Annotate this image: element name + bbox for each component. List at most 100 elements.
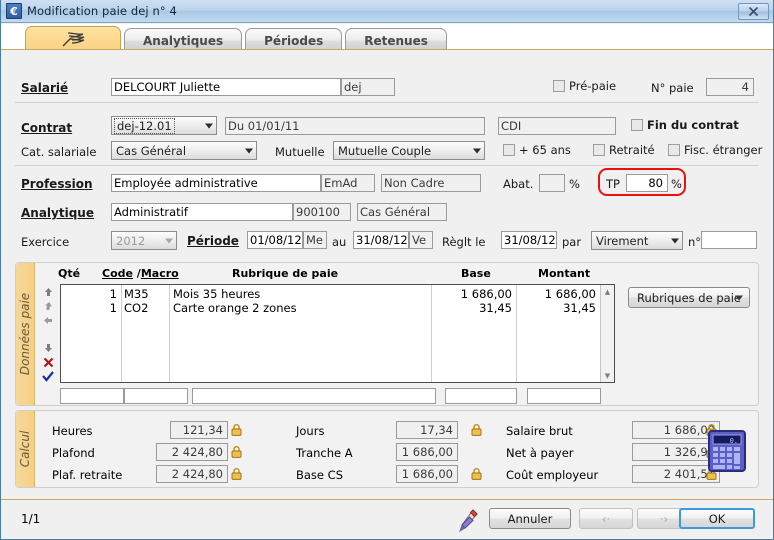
exercice-select[interactable]: 2012 bbox=[111, 231, 177, 250]
calculator-icon[interactable]: 0. bbox=[708, 430, 746, 475]
next-button-label: ·› bbox=[659, 511, 669, 526]
entry-base-input[interactable] bbox=[445, 388, 517, 404]
label-par: par bbox=[562, 235, 582, 249]
euro-app-icon: € bbox=[6, 3, 22, 19]
label-mutuelle: Mutuelle bbox=[275, 145, 325, 159]
fisc-etranger-checkbox-row[interactable]: Fisc. étranger bbox=[668, 143, 762, 157]
periode-au-input[interactable]: 31/08/12 bbox=[353, 231, 409, 249]
analytique-cas-input[interactable]: Cas Général bbox=[357, 203, 447, 221]
analytique-input[interactable]: Administratif bbox=[111, 203, 293, 221]
cell-qte: 1 bbox=[109, 287, 117, 301]
lock-icon[interactable] bbox=[471, 424, 482, 436]
donnees-paie-panel: Données paie Qté Code /Macro Rubrique de… bbox=[15, 262, 759, 406]
salarie-name-input[interactable]: DELCOURT Juliette bbox=[111, 78, 341, 96]
retraite-checkbox-row[interactable]: Retraité bbox=[593, 143, 655, 157]
retraite-checkbox[interactable] bbox=[593, 144, 605, 156]
label-reglt: Règlt le bbox=[442, 235, 486, 249]
fisc-etranger-label: Fisc. étranger bbox=[684, 143, 763, 157]
grid-scrollbar[interactable]: ▲ ▼ bbox=[600, 285, 614, 382]
calcul-tab: Calcul bbox=[16, 411, 35, 487]
prepaie-checkbox[interactable] bbox=[553, 80, 565, 92]
previous-button[interactable]: ‹· bbox=[579, 508, 633, 529]
profession-input[interactable]: Employée administrative bbox=[111, 174, 321, 192]
contrat-select[interactable]: dej-12.01 bbox=[111, 116, 217, 135]
cancel-button[interactable]: Annuler bbox=[489, 508, 571, 529]
cadre-input[interactable]: Non Cadre bbox=[381, 174, 481, 192]
title-bar: € Modification paie dej n° 4 bbox=[1, 0, 773, 23]
table-row[interactable]: 1 M35 Mois 35 heures 1 686,00 1 686,00 bbox=[61, 287, 600, 301]
numero-input[interactable] bbox=[701, 231, 757, 249]
move-top-icon[interactable] bbox=[40, 285, 56, 299]
calcul-group-label: Calcul bbox=[18, 430, 32, 468]
entry-qte-input[interactable] bbox=[60, 388, 124, 404]
fin-contrat-label: Fin du contrat bbox=[647, 118, 739, 132]
validate-icon[interactable] bbox=[40, 369, 56, 383]
cell-montant: 31,45 bbox=[563, 301, 596, 315]
cell-base: 31,45 bbox=[479, 301, 512, 315]
fin-contrat-checkbox-row[interactable]: Fin du contrat bbox=[631, 118, 739, 132]
abattement-input[interactable] bbox=[539, 174, 565, 192]
plus65-label: + 65 ans bbox=[519, 143, 571, 157]
mutuelle-select[interactable]: Mutuelle Couple bbox=[333, 141, 485, 160]
periode-du-input[interactable]: 01/08/12 bbox=[247, 231, 303, 249]
ok-button-label: OK bbox=[708, 511, 726, 526]
lock-icon[interactable] bbox=[231, 468, 242, 480]
pen-icon[interactable] bbox=[456, 508, 480, 537]
calcul-label: Salaire brut bbox=[506, 424, 573, 438]
entry-montant-input[interactable] bbox=[527, 388, 601, 404]
move-up-icon[interactable] bbox=[40, 299, 56, 313]
calcul-value[interactable]: 121,34 bbox=[170, 421, 228, 439]
tab-label-retenues: Retenues bbox=[364, 33, 428, 48]
calcul-value[interactable]: 2 424,80 bbox=[156, 465, 228, 483]
abattement-percent-label: % bbox=[569, 177, 580, 191]
plus65-checkbox-row[interactable]: + 65 ans bbox=[503, 143, 571, 157]
cat-salariale-select[interactable]: Cas Général bbox=[111, 141, 257, 160]
label-analytique: Analytique bbox=[21, 206, 94, 220]
calcul-value[interactable]: 1 686,00 bbox=[396, 443, 458, 461]
close-icon[interactable] bbox=[738, 3, 769, 20]
svg-text:0.: 0. bbox=[730, 437, 738, 445]
lock-icon[interactable] bbox=[471, 468, 482, 480]
table-row[interactable]: 1 CO2 Carte orange 2 zones 31,45 31,45 bbox=[61, 301, 600, 315]
rubriques-de-paie-button[interactable]: Rubriques de paie bbox=[628, 287, 750, 308]
profession-code-input[interactable]: EmAd bbox=[321, 174, 375, 192]
contrat-type-input[interactable]: CDI bbox=[498, 117, 616, 135]
ok-button[interactable]: OK bbox=[679, 508, 755, 529]
contrat-date-input[interactable]: Du 01/01/11 bbox=[225, 117, 485, 135]
delete-icon[interactable] bbox=[40, 355, 56, 369]
move-prev-icon[interactable] bbox=[40, 313, 56, 327]
scroll-up-icon[interactable]: ▲ bbox=[601, 285, 614, 298]
mutuelle-value: Mutuelle Couple bbox=[338, 143, 432, 158]
calcul-label: Jours bbox=[296, 424, 325, 438]
entry-code-input[interactable] bbox=[124, 388, 188, 404]
chevron-down-icon bbox=[671, 238, 679, 243]
entry-rubrique-input[interactable] bbox=[192, 388, 436, 404]
calcul-value[interactable]: 17,34 bbox=[396, 421, 458, 439]
fin-contrat-checkbox[interactable] bbox=[631, 119, 643, 131]
dialog-window: € Modification paie dej n° 4 Analytiques… bbox=[0, 0, 774, 540]
tp-input[interactable]: 80 bbox=[626, 174, 668, 192]
calcul-label: Net à payer bbox=[506, 446, 574, 460]
cell-montant: 1 686,00 bbox=[544, 287, 596, 301]
lock-icon[interactable] bbox=[231, 446, 242, 458]
paie-rows-table[interactable]: 1 M35 Mois 35 heures 1 686,00 1 686,00 1 CO2 Ca… bbox=[60, 284, 615, 383]
retraite-label: Retraité bbox=[609, 143, 655, 157]
prepaie-checkbox-row[interactable]: Pré-paie bbox=[553, 79, 616, 93]
lock-icon[interactable] bbox=[231, 424, 242, 436]
page-indicator: 1/1 bbox=[21, 512, 41, 526]
move-down-icon[interactable] bbox=[40, 341, 56, 355]
calcul-value[interactable]: 1 686,00 bbox=[396, 465, 458, 483]
no-paie-input[interactable]: 4 bbox=[706, 78, 754, 96]
scroll-down-icon[interactable]: ▼ bbox=[601, 369, 614, 382]
analytique-code-input[interactable]: 900100 bbox=[293, 203, 351, 221]
fisc-etranger-checkbox[interactable] bbox=[668, 144, 680, 156]
reglt-date-input[interactable]: 31/08/12 bbox=[501, 231, 557, 249]
salarie-code-input[interactable]: dej bbox=[341, 78, 395, 96]
calcul-value[interactable]: 2 424,80 bbox=[156, 443, 228, 461]
cell-code: M35 bbox=[124, 287, 149, 301]
contrat-select-value: dej-12.01 bbox=[114, 117, 175, 134]
plus65-checkbox[interactable] bbox=[503, 144, 515, 156]
mode-reglement-select[interactable]: Virement bbox=[591, 231, 683, 250]
mode-reglement-value: Virement bbox=[596, 233, 649, 248]
label-numero: n° bbox=[688, 235, 702, 249]
